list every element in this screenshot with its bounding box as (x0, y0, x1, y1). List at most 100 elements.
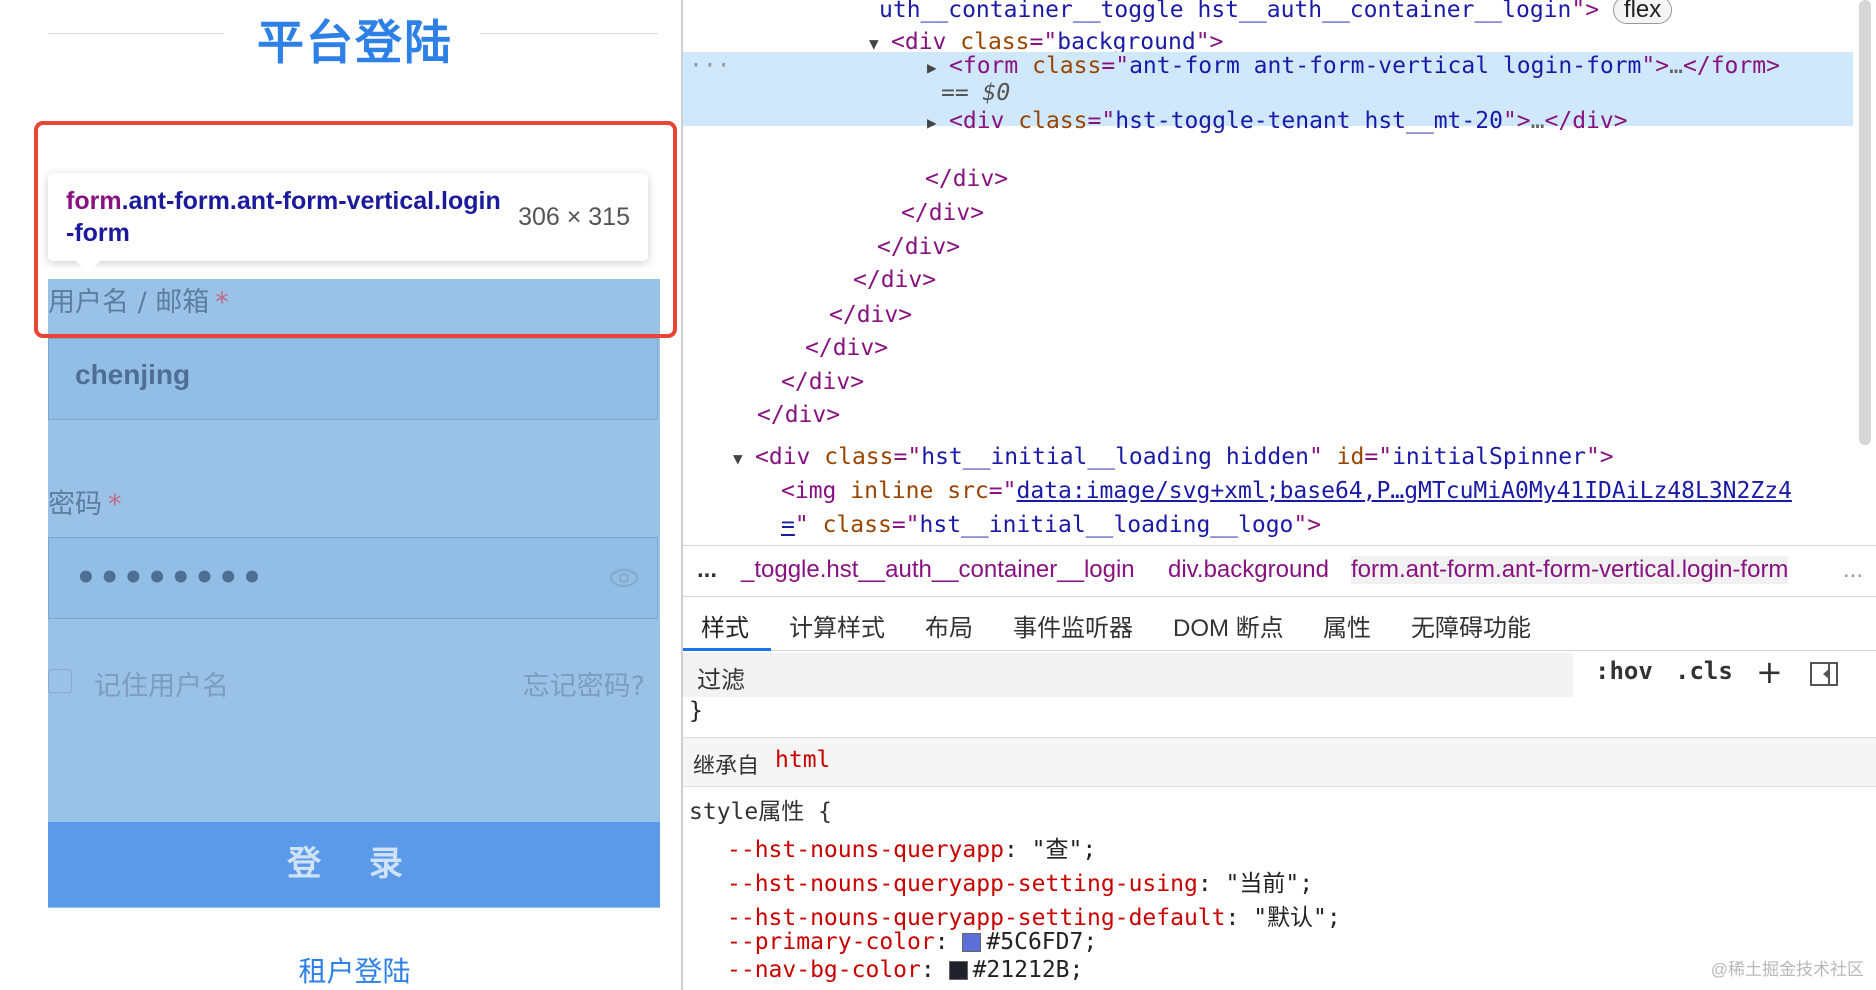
dom-attr-name: class (1032, 53, 1102, 79)
dom-attr-value: uth__container__toggle hst__auth__contai… (879, 0, 1572, 23)
dom-close-line[interactable]: </div> (853, 263, 936, 297)
css-prop-value: "默认"; (1253, 905, 1341, 931)
dom-attr-name: id (1336, 444, 1365, 470)
tab-accessibility[interactable]: 无障碍功能 (1411, 608, 1531, 643)
css-prop-name: --hst-nouns-queryapp-setting-using (727, 871, 1198, 897)
dom-close-line[interactable]: </div> (805, 331, 888, 365)
dom-tag: div (962, 108, 1005, 134)
remember-checkbox[interactable] (48, 669, 72, 693)
css-property[interactable]: --primary-color: #5C6FD7; (727, 929, 1097, 955)
dom-close-line[interactable]: </div> (781, 365, 864, 399)
breadcrumb-more-left[interactable]: ... (697, 556, 717, 584)
color-swatch[interactable] (948, 961, 968, 980)
required-mark: * (108, 489, 122, 520)
password-label: 密码 * (48, 482, 122, 521)
forgot-password-link[interactable]: 忘记密码? (523, 664, 645, 703)
style-attribute-header: style属性 { (689, 799, 832, 825)
dom-attr-value: ant-form ant-form-vertical login-form (1129, 53, 1642, 79)
dom-close-line[interactable]: </div> (829, 298, 912, 332)
add-rule-button[interactable]: + (1756, 653, 1783, 691)
dom-node-line[interactable]: uth__container__toggle hst__auth__contai… (879, 0, 1673, 27)
tenant-login-link[interactable]: 租户登陆 (0, 950, 681, 990)
breadcrumb-item[interactable]: _toggle.hst__auth__container__login (741, 556, 1135, 584)
dom-close-tag: div (856, 302, 899, 328)
password-input[interactable]: •••••••• (48, 537, 658, 619)
tooltip-size: 306 × 315 (518, 203, 630, 231)
password-value: •••••••• (75, 558, 265, 598)
tab-computed[interactable]: 计算样式 (789, 608, 885, 643)
breadcrumb-item-active[interactable]: form.ant-form.ant-form-vertical.login-fo… (1351, 556, 1789, 584)
css-prop-name: --primary-color (727, 929, 935, 955)
css-property[interactable]: --hst-nouns-queryapp-setting-default: "默… (727, 898, 1341, 932)
elements-dom-tree: uth__container__toggle hst__auth__contai… (683, 0, 1853, 543)
breadcrumb: ... _toggle.hst__auth__container__login … (683, 545, 1876, 597)
styles-toolbar: 过滤 :hov .cls + (683, 651, 1876, 699)
dom-close-tag: div (928, 200, 971, 226)
element-inspect-tooltip: form.ant-form.ant-form-vertical.login-fo… (48, 173, 648, 273)
css-prop-name: --hst-nouns-queryapp (727, 837, 1004, 863)
inherited-from-row: 继承自 html (683, 738, 1876, 787)
dom-close-tag: form (1710, 53, 1767, 79)
expand-triangle-icon[interactable]: ▼ (733, 442, 755, 476)
dom-attr-name: src (947, 478, 989, 504)
dom-close-tag: div (1572, 108, 1614, 134)
login-button[interactable]: 登 录 (48, 822, 660, 907)
tooltip-tag: form (66, 187, 122, 215)
breadcrumb-more-right[interactable]: ... (1843, 556, 1863, 584)
css-prop-name: --hst-nouns-queryapp-setting-default (727, 905, 1226, 931)
dom-attr-value: hst__initial__loading hidden (921, 444, 1309, 470)
tab-event-listeners[interactable]: 事件监听器 (1013, 608, 1133, 643)
dom-close-line[interactable]: </div> (757, 398, 840, 432)
collapsed-ellipsis[interactable]: … (1531, 108, 1545, 134)
dom-node-initial-loading[interactable]: ▼ <div class="hst__initial__loading hidde… (733, 440, 1614, 474)
flex-badge[interactable]: flex (1612, 0, 1673, 24)
collapsed-ellipsis[interactable]: … (1669, 53, 1683, 79)
dom-close-line[interactable]: </div> (877, 230, 960, 264)
filter-placeholder: 过滤 (697, 667, 745, 694)
sidebar-toggle-icon[interactable] (1810, 662, 1838, 686)
watermark: @稀土掘金技术社区 (1710, 960, 1864, 979)
dom-node-form[interactable]: ▶ <form class="ant-form ant-form-vertical… (927, 49, 1780, 83)
cls-button[interactable]: .cls (1675, 657, 1733, 685)
dom-tag: img (794, 478, 837, 504)
tab-styles[interactable]: 样式 (701, 608, 749, 643)
remember-label: 记住用户名 (94, 671, 229, 702)
dom-attr-name: inline (850, 478, 934, 504)
dom-attr-name: class (824, 444, 894, 470)
css-property[interactable]: --nav-bg-color: #21212B; (727, 957, 1083, 983)
page-title: 平台登陆 (257, 16, 453, 71)
expand-triangle-icon[interactable]: ▶ (927, 106, 949, 140)
data-uri-link[interactable]: = (781, 512, 795, 538)
inherited-tag[interactable]: html (775, 747, 830, 773)
dom-close-tag: div (784, 402, 827, 428)
tooltip-selector: form.ant-form.ant-form-vertical.login-fo… (66, 185, 506, 249)
tooltip-classes: .ant-form.ant-form-vertical.login-form (66, 187, 501, 247)
dom-close-tag: div (952, 166, 995, 192)
dom-close-tag: div (808, 369, 851, 395)
data-uri-link[interactable]: data:image/svg+xml;base64,P…gMTcuMiA0My4… (1016, 478, 1791, 504)
filter-input[interactable]: 过滤 (683, 653, 1573, 697)
dom-attr-value: initialSpinner (1392, 444, 1586, 470)
tab-properties[interactable]: 属性 (1323, 608, 1371, 643)
breadcrumb-item[interactable]: div.background (1168, 556, 1329, 584)
dom-close-line[interactable]: </div> (925, 162, 1008, 196)
dom-tree-scrollbar[interactable] (1859, 0, 1871, 445)
eye-icon[interactable] (609, 568, 639, 588)
dom-node-img-cont[interactable]: =" class="hst__initial__loading__logo"> (781, 508, 1321, 542)
dom-node-img[interactable]: <img inline src="data:image/svg+xml;base… (781, 474, 1792, 508)
dom-attr-name: class (822, 512, 892, 538)
tab-dom-breakpoints[interactable]: DOM 断点 (1173, 608, 1284, 643)
tooltip-arrow (76, 261, 100, 273)
more-dots-icon[interactable]: ··· (689, 49, 731, 83)
dom-close-line[interactable]: </div> (901, 196, 984, 230)
tab-layout[interactable]: 布局 (925, 608, 973, 643)
css-prop-value: "当前"; (1225, 871, 1314, 897)
color-swatch[interactable] (962, 933, 982, 952)
dom-node-toggle-tenant[interactable]: ▶ <div class="hst-toggle-tenant hst__mt-2… (927, 104, 1628, 138)
username-input[interactable]: chenjing (48, 338, 658, 420)
css-property[interactable]: --hst-nouns-queryapp: "查"; (727, 830, 1096, 864)
hov-button[interactable]: :hov (1595, 657, 1653, 685)
dom-attr-name: class (1018, 108, 1088, 134)
css-property[interactable]: --hst-nouns-queryapp-setting-using: "当前"… (727, 864, 1313, 898)
dom-close-tag: div (904, 234, 947, 260)
